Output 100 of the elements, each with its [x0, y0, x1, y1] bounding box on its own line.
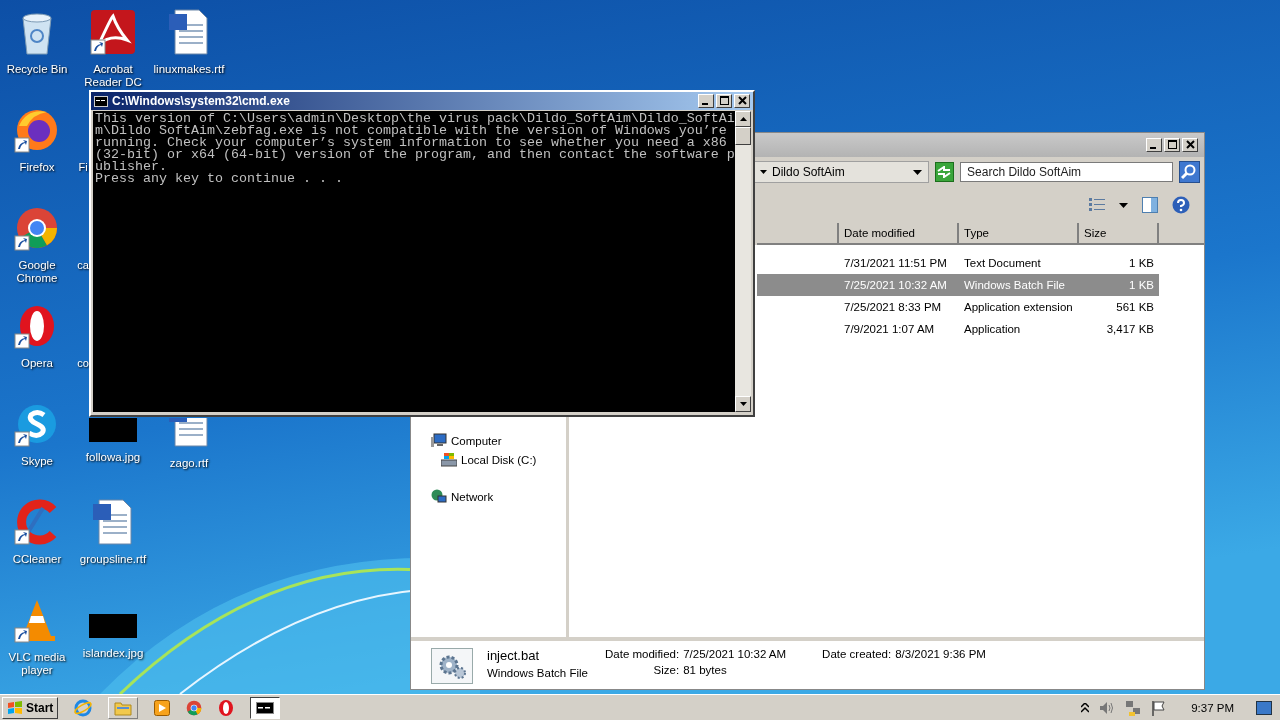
address-bar[interactable]: Dildo SoftAim: [753, 161, 929, 183]
file-name: inject.bat: [487, 648, 541, 663]
close-button[interactable]: [1182, 138, 1198, 152]
network-icon: [431, 489, 447, 504]
scrollbar[interactable]: [735, 111, 751, 412]
clock[interactable]: 9:37 PM: [1191, 701, 1234, 714]
column-header[interactable]: Type: [959, 223, 1079, 245]
search-button[interactable]: [1178, 161, 1200, 183]
scroll-down-button[interactable]: [735, 396, 751, 412]
maximize-icon: [1167, 140, 1177, 149]
table-cell-text: 561 KB: [1115, 301, 1155, 313]
close-icon: [737, 96, 747, 105]
speaker-icon[interactable]: [1099, 700, 1116, 715]
console-line: This version of C:\Users\admin\Desktop\the virus pack\Dildo_SoftAim\Dildo_SoftAi: [95, 113, 733, 125]
column-header[interactable]: Date modified: [839, 223, 959, 245]
maximize-button[interactable]: [716, 94, 732, 108]
minimize-button[interactable]: [1146, 138, 1162, 152]
search-field[interactable]: Search Dildo SoftAim: [960, 162, 1173, 182]
desktop-icon[interactable]: Skype: [0, 400, 74, 468]
table-cell-text: 7/31/2021 11:51 PM: [843, 257, 948, 269]
caret-icon[interactable]: [912, 169, 922, 175]
image-thumbnail: [89, 418, 137, 442]
console-icon: [94, 95, 108, 107]
down-arrow-icon: [739, 402, 747, 406]
computer-icon: [431, 433, 447, 448]
table-cell-text: 3,417 KB: [1105, 323, 1155, 335]
minimize-button[interactable]: [698, 94, 714, 108]
scroll-up-button[interactable]: [735, 111, 751, 127]
up-arrow-icon: [739, 117, 747, 121]
caret-icon[interactable]: [1119, 202, 1128, 208]
field-label: Size:: [652, 664, 680, 676]
view-list-icon[interactable]: [1089, 198, 1105, 212]
browser-icon[interactable]: [218, 699, 235, 716]
desktop-icon[interactable]: CCleaner: [0, 498, 74, 566]
table-cell-text: 7/25/2021 10:32 AM: [843, 279, 948, 291]
column-header[interactable]: [757, 223, 839, 245]
table-cell-text: Application: [963, 323, 1022, 335]
nav-item[interactable]: Local Disk (C:): [431, 450, 566, 469]
close-icon: [1185, 140, 1195, 149]
desktop-icon[interactable]: Opera: [0, 302, 74, 370]
field-label: Date modified:: [605, 648, 680, 660]
media-player-icon[interactable]: [154, 699, 171, 716]
refresh-icon: [936, 166, 953, 178]
table-cell-text: 1 KB: [1128, 257, 1155, 269]
file-type: Windows Batch File: [487, 667, 589, 679]
desktop-icon[interactable]: followa.jpg: [76, 418, 150, 464]
folder-icon: [114, 699, 133, 716]
desktop-icon[interactable]: Recycle Bin: [0, 8, 74, 76]
help-icon[interactable]: [1172, 196, 1190, 214]
browser-icon[interactable]: [186, 699, 203, 716]
flag-icon[interactable]: [1151, 699, 1166, 716]
refresh-button[interactable]: [934, 162, 955, 182]
preview-pane-icon[interactable]: [1142, 197, 1158, 213]
file-row[interactable]: 7/31/2021 11:51 PM Text Document 1 KB: [757, 252, 1159, 274]
table-cell-text: Text Document: [963, 257, 1042, 269]
chevron-up-icon[interactable]: [1081, 702, 1090, 713]
nav-item[interactable]: Network: [431, 487, 566, 506]
image-thumbnail: [89, 614, 137, 638]
search-icon: [1181, 164, 1198, 180]
column-header[interactable]: Size: [1079, 223, 1159, 245]
desktop-icon[interactable]: Google Chrome: [0, 204, 74, 285]
breadcrumb-item[interactable]: Dildo SoftAim: [760, 165, 845, 179]
desktop-icon[interactable]: co: [77, 357, 89, 370]
console-icon: [256, 701, 275, 714]
console-line: running. Check your computer’s system information to see whether you need a x86: [95, 137, 728, 149]
console-line: (32-bit) or x64 (64-bit) version of the program, and then contact the software p: [95, 149, 733, 161]
console-line: ublisher.: [95, 161, 168, 173]
file-row[interactable]: 7/25/2021 8:33 PM Application extension 561 KB: [757, 296, 1159, 318]
desktop-icon[interactable]: ca: [77, 259, 89, 272]
desktop-icon[interactable]: linuxmakes.rtf: [152, 8, 226, 76]
maximize-icon: [719, 96, 729, 105]
field-value: 7/25/2021 10:32 AM: [683, 648, 787, 660]
console-line: m\Dildo SoftAim\zebfag.exe is not compatible with the version of Windows you’re: [95, 125, 727, 137]
table-cell-text: 7/25/2021 8:33 PM: [843, 301, 943, 313]
desktop-icon[interactable]: Firefox: [0, 106, 74, 174]
field-value: 8/3/2021 9:36 PM: [895, 648, 986, 660]
maximize-button[interactable]: [1164, 138, 1180, 152]
folder-button[interactable]: [108, 696, 139, 719]
desktop-icon[interactable]: Fi: [77, 161, 89, 174]
show-desktop-icon[interactable]: [1256, 700, 1272, 715]
table-cell-text: Windows Batch File: [963, 279, 1066, 291]
scrollbar-thumb[interactable]: [735, 127, 751, 145]
start-button[interactable]: Start: [2, 696, 59, 719]
table-cell-text: Application extension: [963, 301, 1074, 313]
windows-flag-icon: [7, 700, 23, 715]
pdf-app-icon: [89, 8, 137, 56]
field-label: Date created:: [822, 648, 892, 660]
desktop-icon[interactable]: groupsline.rtf: [76, 498, 150, 566]
close-button[interactable]: [734, 94, 750, 108]
drive-icon: [441, 452, 457, 467]
nav-item[interactable]: Computer: [431, 431, 566, 450]
taskbar-button[interactable]: [250, 696, 281, 719]
console-line: Press any key to continue . . .: [95, 173, 344, 185]
network-icon[interactable]: [1125, 699, 1142, 716]
caret-icon: [760, 170, 767, 174]
desktop-icon[interactable]: Acrobat Reader DC: [76, 8, 150, 89]
table-cell-text: 1 KB: [1128, 279, 1155, 291]
window-title: C:\Windows\system32\cmd.exe: [112, 94, 290, 108]
file-row[interactable]: 7/9/2021 1:07 AM Application 3,417 KB: [757, 318, 1159, 340]
table-cell-text: 7/9/2021 1:07 AM: [843, 323, 936, 335]
